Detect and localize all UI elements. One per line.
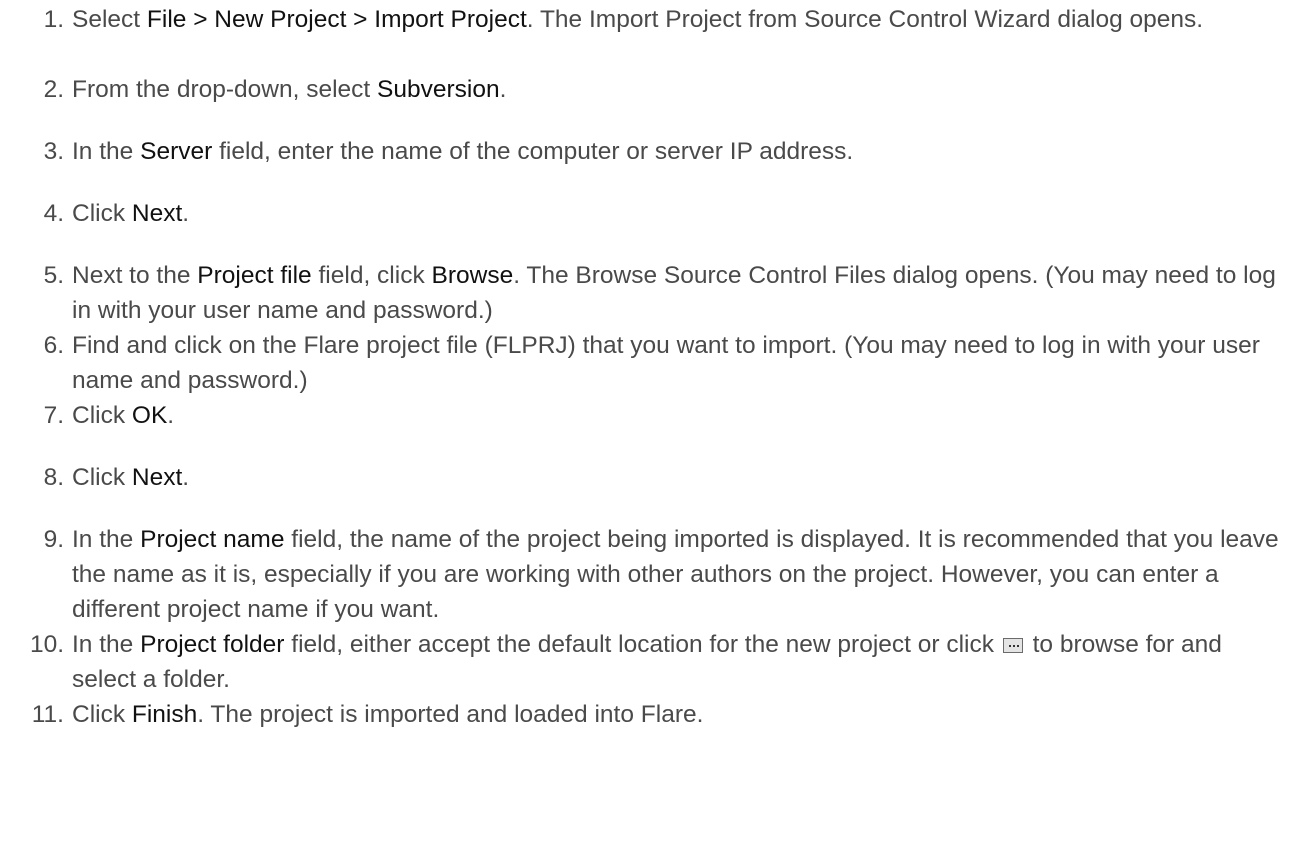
ui-term: Next: [131, 200, 183, 227]
step-text-run: . The Import Project from Source Control…: [526, 6, 1204, 33]
step-text-run: .: [499, 76, 507, 103]
step-number: 9.: [43, 526, 64, 553]
ui-term: Subversion: [377, 76, 500, 103]
step-text: In the Project name field, the name of t…: [72, 522, 1287, 627]
ui-term: File > New Project > Import Project: [146, 6, 527, 33]
step-text-run: field, either accept the default locatio…: [284, 631, 1001, 658]
step-text-run: Click: [72, 402, 132, 429]
ui-term: Finish: [131, 701, 198, 728]
step-text: Next to the Project file field, click Br…: [72, 258, 1287, 328]
step-text-run: From the drop-down, select: [72, 76, 378, 103]
step-number: 7.: [43, 402, 64, 429]
step-text-run: In the: [72, 526, 141, 553]
step-text: In the Project folder field, either acce…: [72, 627, 1287, 697]
ui-term: Project name: [140, 526, 285, 553]
step-text: Click Next.: [72, 460, 1287, 495]
ui-term: Next: [131, 464, 183, 491]
ui-term: Browse: [431, 262, 514, 289]
step-number: 5.: [43, 262, 64, 289]
ui-term: Project file: [197, 262, 312, 289]
ui-term: Server: [140, 138, 213, 165]
step-text: In the Server field, enter the name of t…: [72, 134, 1287, 169]
step-text-run: Select: [72, 6, 147, 33]
browse-ellipsis-icon: [1002, 638, 1023, 653]
step-text-run: . The project is imported and loaded int…: [197, 701, 704, 728]
step-text-run: field, enter the name of the computer or…: [212, 138, 854, 165]
step-text-run: In the: [72, 631, 141, 658]
step-text: Click Next.: [72, 196, 1287, 231]
step-number: 1.: [43, 6, 64, 33]
ui-term: OK: [131, 402, 168, 429]
step-text-run: Click: [72, 200, 132, 227]
step-text-run: Click: [72, 701, 132, 728]
step-text-run: Next to the: [72, 262, 198, 289]
step-text-run: Click: [72, 464, 132, 491]
step-number: 8.: [43, 464, 64, 491]
step-text: Select File > New Project > Import Proje…: [72, 2, 1287, 37]
step-text-run: Find and click on the Flare project file…: [72, 332, 1260, 394]
step-text-run: .: [182, 464, 190, 491]
step-text-run: .: [167, 402, 175, 429]
step-text-run: .: [182, 200, 190, 227]
step-text: Click Finish. The project is imported an…: [72, 697, 1287, 732]
step-text: From the drop-down, select Subversion.: [72, 72, 1287, 107]
step-text-run: field, click: [311, 262, 432, 289]
step-number: 3.: [43, 138, 64, 165]
step-number: 10.: [29, 631, 64, 658]
step-number: 11.: [31, 701, 64, 728]
step-text: Click OK.: [72, 398, 1287, 433]
step-number: 4.: [43, 200, 64, 227]
step-number: 2.: [43, 76, 64, 103]
step-text-run: In the: [72, 138, 141, 165]
ui-term: Project folder: [140, 631, 285, 658]
step-number: 6.: [43, 332, 64, 359]
step-text: Find and click on the Flare project file…: [72, 328, 1287, 398]
